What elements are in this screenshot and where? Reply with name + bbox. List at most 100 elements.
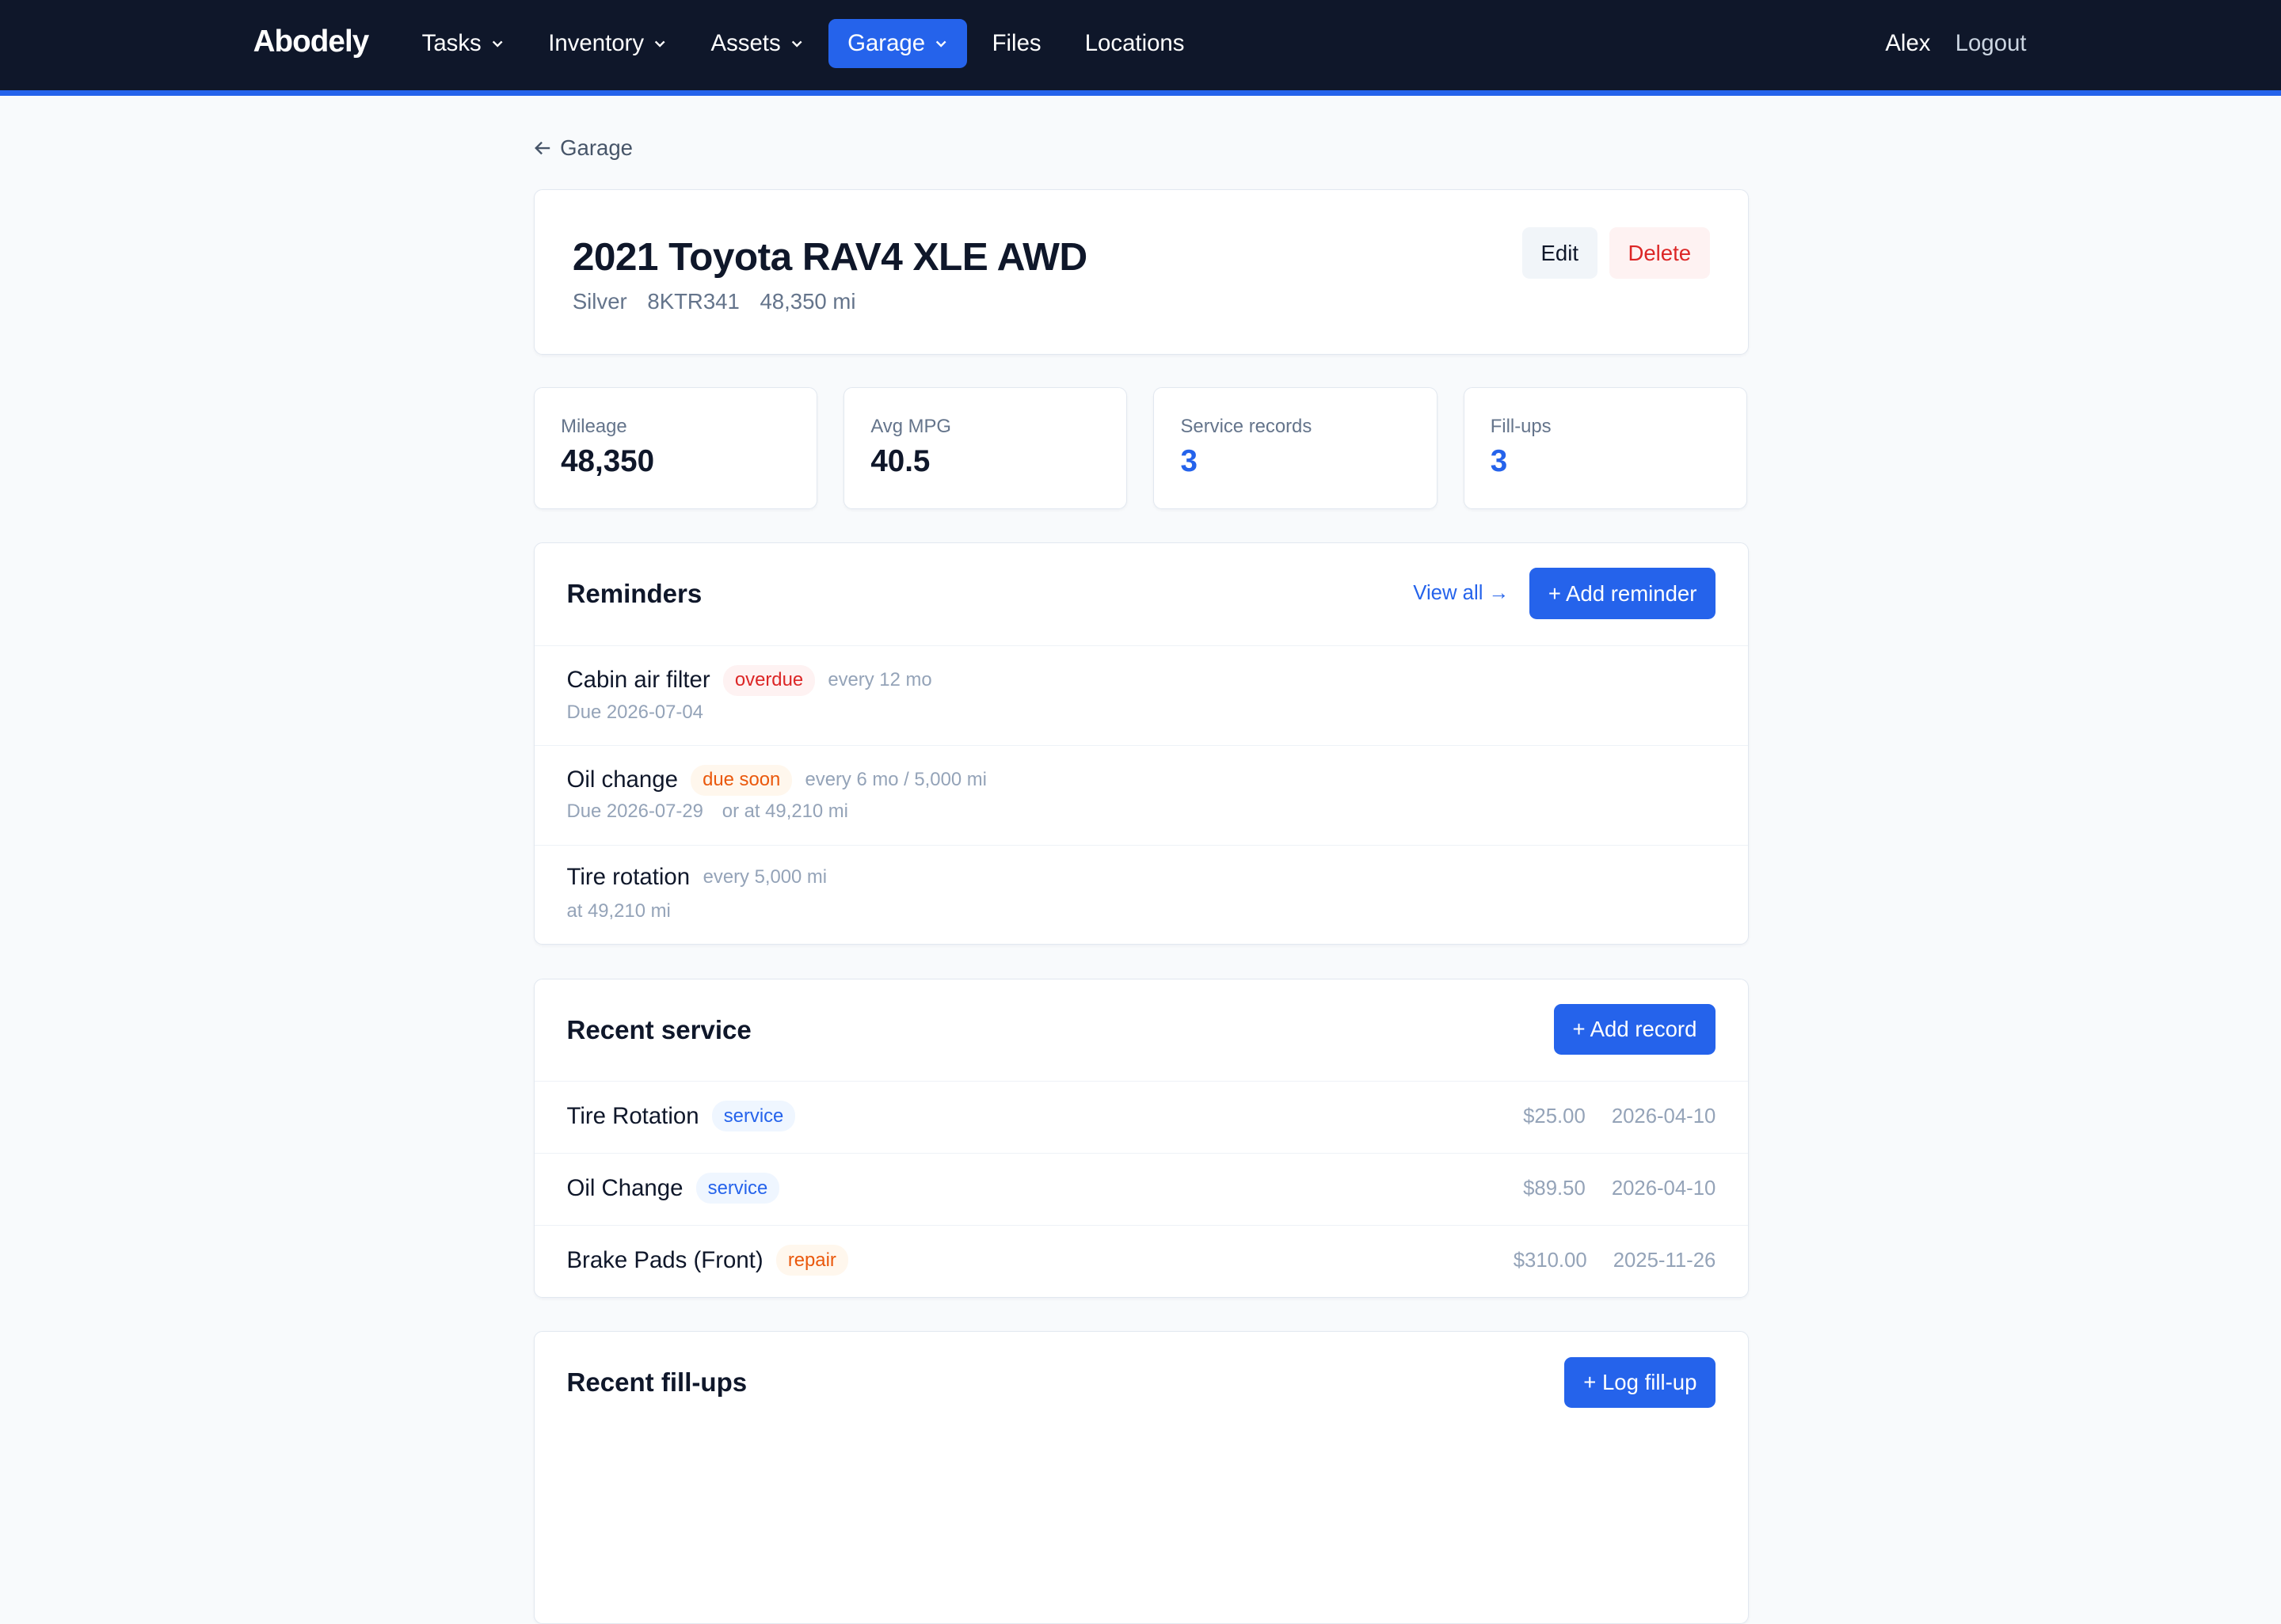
- service-name: Oil Change: [566, 1174, 684, 1201]
- service-cost: $310.00: [1513, 1249, 1587, 1272]
- edit-button[interactable]: Edit: [1521, 227, 1597, 279]
- reminder-due-date: Due 2026-07-04: [566, 701, 703, 723]
- recent-fillups-card: Recent fill-ups + Log fill-up: [534, 1331, 1749, 1624]
- chevron-down-icon: [654, 40, 665, 48]
- stat-value: 48,350: [561, 444, 655, 479]
- reminder-name: Oil change: [566, 766, 678, 793]
- type-badge: repair: [776, 1245, 848, 1276]
- stat-value: 40.5: [870, 444, 931, 479]
- section-title: Recent fill-ups: [566, 1368, 748, 1398]
- nav-item-label: Locations: [1084, 30, 1185, 57]
- service-date: 2025-11-26: [1613, 1249, 1716, 1272]
- service-row[interactable]: Brake Pads (Front) repair $310.00 2025-1…: [535, 1226, 1748, 1297]
- back-label: Garage: [560, 135, 633, 161]
- main-content: Garage 2021 Toyota RAV4 XLE AWD Silver 8…: [534, 134, 1749, 1624]
- service-left: Brake Pads (Front) repair: [566, 1245, 848, 1276]
- service-left: Tire Rotation service: [566, 1101, 796, 1132]
- reminder-top: Oil change due soon every 6 mo / 5,000 m…: [566, 764, 987, 796]
- service-right: $310.00 2025-11-26: [1514, 1249, 1716, 1272]
- stat-fill-ups[interactable]: Fill-ups 3: [1463, 386, 1747, 509]
- nav-item-label: Inventory: [548, 30, 645, 57]
- stat-avg-mpg: Avg MPG 40.5: [843, 386, 1128, 509]
- stat-mileage: Mileage 48,350: [534, 386, 818, 509]
- chevron-down-icon: [492, 40, 503, 48]
- user-name[interactable]: Alex: [1885, 30, 1930, 57]
- service-right: $25.00 2026-04-10: [1523, 1105, 1716, 1128]
- view-all-link[interactable]: View all →: [1413, 582, 1509, 605]
- section-title: Reminders: [566, 580, 703, 610]
- reminder-top: Tire rotation every 5,000 mi: [566, 864, 827, 891]
- log-fillup-button[interactable]: + Log fill-up: [1564, 1356, 1716, 1408]
- nav-item-locations[interactable]: Locations: [1066, 19, 1204, 68]
- service-date: 2026-04-10: [1611, 1177, 1716, 1200]
- reminder-due-mileage: or at 49,210 mi: [722, 801, 848, 823]
- reminder-top: Cabin air filter overdue every 12 mo: [566, 664, 932, 696]
- nav-item-label: Files: [992, 30, 1041, 57]
- stat-service-records[interactable]: Service records 3: [1153, 386, 1438, 509]
- chevron-down-icon: [791, 40, 802, 48]
- type-badge: service: [695, 1173, 779, 1204]
- add-record-button[interactable]: + Add record: [1553, 1003, 1716, 1055]
- nav-item-label: Assets: [710, 30, 781, 57]
- reminder-due-date: Due 2026-07-29: [566, 801, 703, 823]
- nav-item-files[interactable]: Files: [973, 19, 1061, 68]
- service-row[interactable]: Tire Rotation service $25.00 2026-04-10: [535, 1082, 1748, 1154]
- nav-item-inventory[interactable]: Inventory: [529, 19, 686, 68]
- reminder-interval: every 5,000 mi: [703, 866, 828, 888]
- page-title: 2021 Toyota RAV4 XLE AWD: [572, 234, 1087, 279]
- service-date: 2026-04-10: [1611, 1105, 1716, 1128]
- vehicle-odometer: 48,350 mi: [760, 288, 856, 314]
- service-name: Brake Pads (Front): [566, 1246, 764, 1273]
- reminder-due-date: at 49,210 mi: [566, 900, 671, 922]
- service-row[interactable]: Oil Change service $89.50 2026-04-10: [535, 1154, 1748, 1227]
- reminder-interval: every 12 mo: [828, 669, 932, 691]
- reminders-card: Reminders View all → + Add reminder Cabi…: [534, 542, 1749, 945]
- stat-label: Avg MPG: [870, 415, 951, 437]
- fillups-header: Recent fill-ups + Log fill-up: [535, 1332, 1748, 1434]
- reminder-due: at 49,210 mi: [566, 900, 670, 922]
- delete-button[interactable]: Delete: [1609, 227, 1710, 279]
- status-badge: due soon: [691, 764, 792, 796]
- stat-value[interactable]: 3: [1491, 444, 1507, 479]
- service-header: Recent service + Add record: [535, 979, 1748, 1082]
- add-reminder-button[interactable]: + Add reminder: [1529, 568, 1716, 619]
- service-cost: $25.00: [1523, 1105, 1586, 1128]
- reminder-interval: every 6 mo / 5,000 mi: [805, 769, 987, 791]
- stats-row: Mileage 48,350 Avg MPG 40.5 Service reco…: [534, 386, 1749, 509]
- reminder-name: Tire rotation: [566, 864, 691, 891]
- nav-item-assets[interactable]: Assets: [692, 19, 823, 68]
- service-left: Oil Change service: [566, 1173, 779, 1204]
- page: Abodely Tasks Inventory Assets Garage Fi…: [0, 0, 2281, 1624]
- stat-label: Fill-ups: [1490, 415, 1552, 437]
- service-actions: + Add record: [1553, 1003, 1716, 1055]
- status-badge: overdue: [723, 664, 815, 696]
- fillups-actions: + Log fill-up: [1564, 1356, 1716, 1408]
- reminder-name: Cabin air filter: [566, 667, 710, 694]
- top-nav: Abodely Tasks Inventory Assets Garage Fi…: [0, 0, 2281, 96]
- arrow-left-icon: [535, 142, 550, 155]
- reminder-item[interactable]: Cabin air filter overdue every 12 mo Due…: [535, 646, 1748, 746]
- stat-value[interactable]: 3: [1181, 444, 1198, 479]
- type-badge: service: [712, 1101, 796, 1132]
- nav-item-label: Tasks: [421, 30, 482, 57]
- back-link[interactable]: Garage: [534, 134, 1749, 163]
- reminder-item[interactable]: Oil change due soon every 6 mo / 5,000 m…: [535, 746, 1748, 846]
- logout-link[interactable]: Logout: [1955, 30, 2027, 57]
- reminder-item[interactable]: Tire rotation every 5,000 mi at 49,210 m…: [535, 846, 1748, 945]
- recent-service-card: Recent service + Add record Tire Rotatio…: [534, 978, 1749, 1299]
- reminder-due: Due 2026-07-04: [566, 702, 703, 724]
- brand-logo[interactable]: Abodely: [253, 25, 370, 59]
- service-right: $89.50 2026-04-10: [1523, 1177, 1716, 1200]
- chevron-down-icon: [935, 40, 946, 48]
- vehicle-header-card: 2021 Toyota RAV4 XLE AWD Silver 8KTR341 …: [534, 188, 1749, 356]
- nav-item-tasks[interactable]: Tasks: [403, 19, 524, 68]
- reminders-actions: View all → + Add reminder: [1413, 568, 1716, 619]
- vehicle-plate: 8KTR341: [647, 288, 740, 314]
- nav-item-label: Garage: [847, 30, 926, 57]
- service-name: Tire Rotation: [566, 1102, 699, 1129]
- reminder-due: Due 2026-07-29 or at 49,210 mi: [566, 801, 847, 823]
- nav-item-garage[interactable]: Garage: [828, 18, 968, 69]
- nav-menu: Tasks Inventory Assets Garage Files Loca…: [403, 18, 1204, 69]
- section-title: Recent service: [566, 1015, 752, 1045]
- vehicle-actions: Edit Delete: [1521, 227, 1710, 279]
